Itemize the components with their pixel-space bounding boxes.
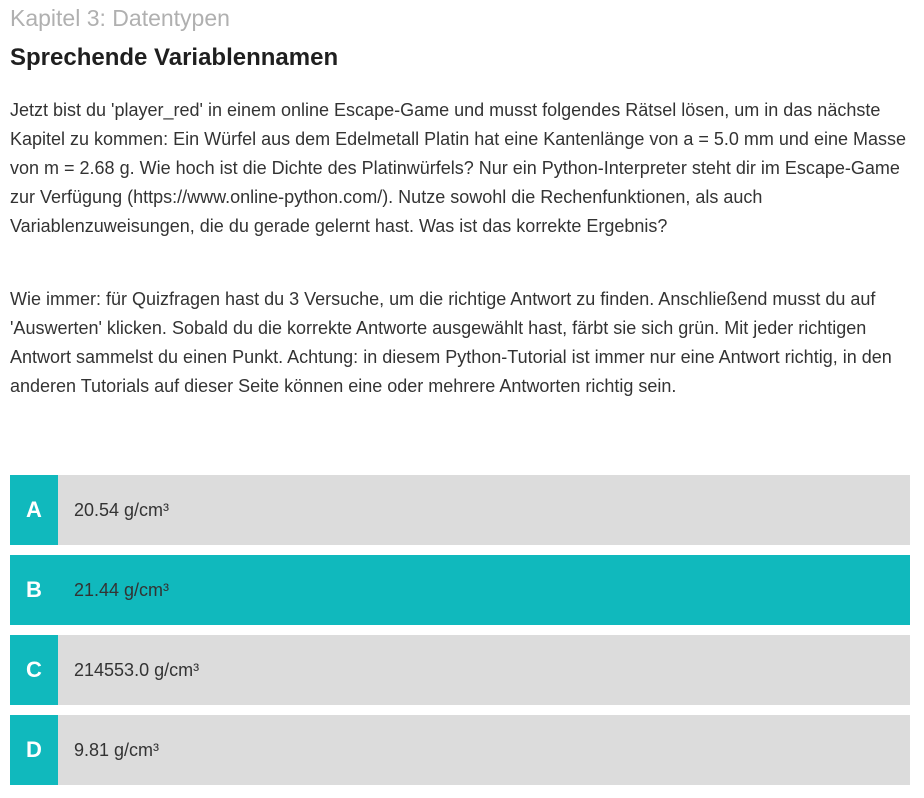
answer-text: 20.54 g/cm³ — [74, 499, 170, 520]
answer-letter: D — [10, 715, 58, 785]
answer-letter: A — [10, 475, 58, 545]
answer-list: A 20.54 g/cm³ B 21.44 g/cm³ C 214553.0 g… — [10, 475, 910, 795]
page-title: Sprechende Variablennamen — [10, 44, 339, 71]
answer-option-c[interactable]: C 214553.0 g/cm³ — [10, 635, 910, 705]
answer-letter: C — [10, 635, 58, 705]
chapter-heading: Kapitel 3: Datentypen — [10, 5, 230, 31]
answer-text: 9.81 g/cm³ — [74, 739, 160, 760]
answer-option-d[interactable]: D 9.81 g/cm³ — [10, 715, 910, 785]
answer-letter: B — [10, 555, 58, 625]
question-paragraph: Jetzt bist du 'player_red' in einem onli… — [10, 100, 906, 236]
answer-text: 21.44 g/cm³ — [74, 579, 170, 600]
answer-text: 214553.0 g/cm³ — [74, 659, 200, 680]
answer-option-b[interactable]: B 21.44 g/cm³ — [10, 555, 910, 625]
instructions-paragraph: Wie immer: für Quizfragen hast du 3 Vers… — [10, 289, 892, 396]
answer-option-a[interactable]: A 20.54 g/cm³ — [10, 475, 910, 545]
